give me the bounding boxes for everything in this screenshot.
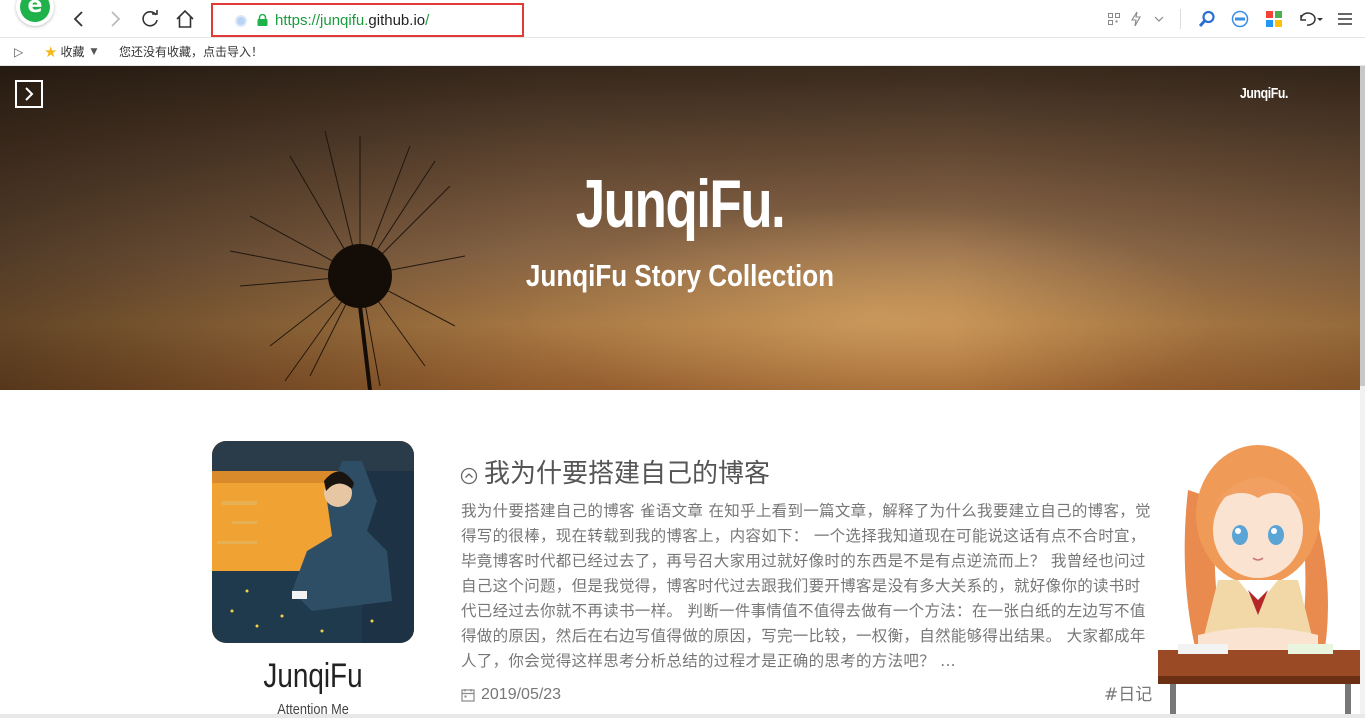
post-date-text: 2019/05/23 [481,686,562,703]
post-excerpt: 我为什要搭建自己的博客 雀语文章 在知乎上看到一篇文章，解释了为什么我要建立自己… [461,502,1151,670]
star-icon: ★ [44,43,58,61]
hero-banner: JunqiFu. JunqiFu. JunqiFu Story Collecti… [0,66,1360,390]
calendar-icon [461,689,475,702]
site-brand-link[interactable]: JunqiFu. [1240,84,1330,104]
home-icon[interactable] [174,8,196,30]
chevron-right-icon [25,87,34,101]
lock-icon [257,14,268,26]
menu-icon[interactable] [1336,9,1354,29]
undo-icon[interactable] [1296,9,1324,29]
sidebar-menu-button[interactable] [15,80,43,108]
apps-icon[interactable] [1264,9,1284,29]
post-tag-link[interactable]: #日记 [1104,684,1152,706]
lightning-icon[interactable] [1128,9,1144,29]
favorites-button[interactable]: ★ 收藏 ▼ [44,38,97,66]
site-title: JunqiFu. [575,166,786,242]
chevron-down-icon[interactable] [1151,9,1167,29]
toolbar-divider [1180,9,1181,29]
avatar[interactable] [212,441,414,643]
profile-name: JunqiFu [263,657,363,695]
favorites-label: 收藏 [60,45,85,59]
mascot-image[interactable] [1158,430,1363,718]
import-bookmarks-link[interactable]: 您还没有收藏，点击导入！ [119,38,263,66]
forward-icon[interactable] [104,8,126,30]
site-subtitle: JunqiFu Story Collection [525,258,835,293]
sidebar-toggle-icon[interactable]: ▷ [14,38,23,66]
scrollbar-thumb[interactable] [1360,66,1365,386]
search-icon[interactable] [1197,9,1217,29]
adblock-icon[interactable] [1230,9,1250,29]
bookmarks-bar: ▷ ★ 收藏 ▼ 您还没有收藏，点击导入！ [0,38,1365,66]
arrow-up-circle-icon [460,467,478,485]
post-title-link[interactable]: 我为什要搭建自己的博客 [484,456,770,492]
browser-logo-icon[interactable]: e [16,0,54,26]
site-info-icon[interactable] [235,15,247,27]
qr-code-icon[interactable] [1106,9,1122,29]
browser-toolbar: e https://junqifu.github.io/ [0,0,1365,38]
url-text[interactable]: https://junqifu.github.io/ [275,11,429,31]
address-bar[interactable]: https://junqifu.github.io/ [211,3,524,37]
post-date: 2019/05/23 [461,684,561,706]
page-scrollbar[interactable] [1360,66,1365,718]
chevron-down-icon: ▼ [90,47,98,57]
back-icon[interactable] [68,8,90,30]
reload-icon[interactable] [139,8,161,30]
